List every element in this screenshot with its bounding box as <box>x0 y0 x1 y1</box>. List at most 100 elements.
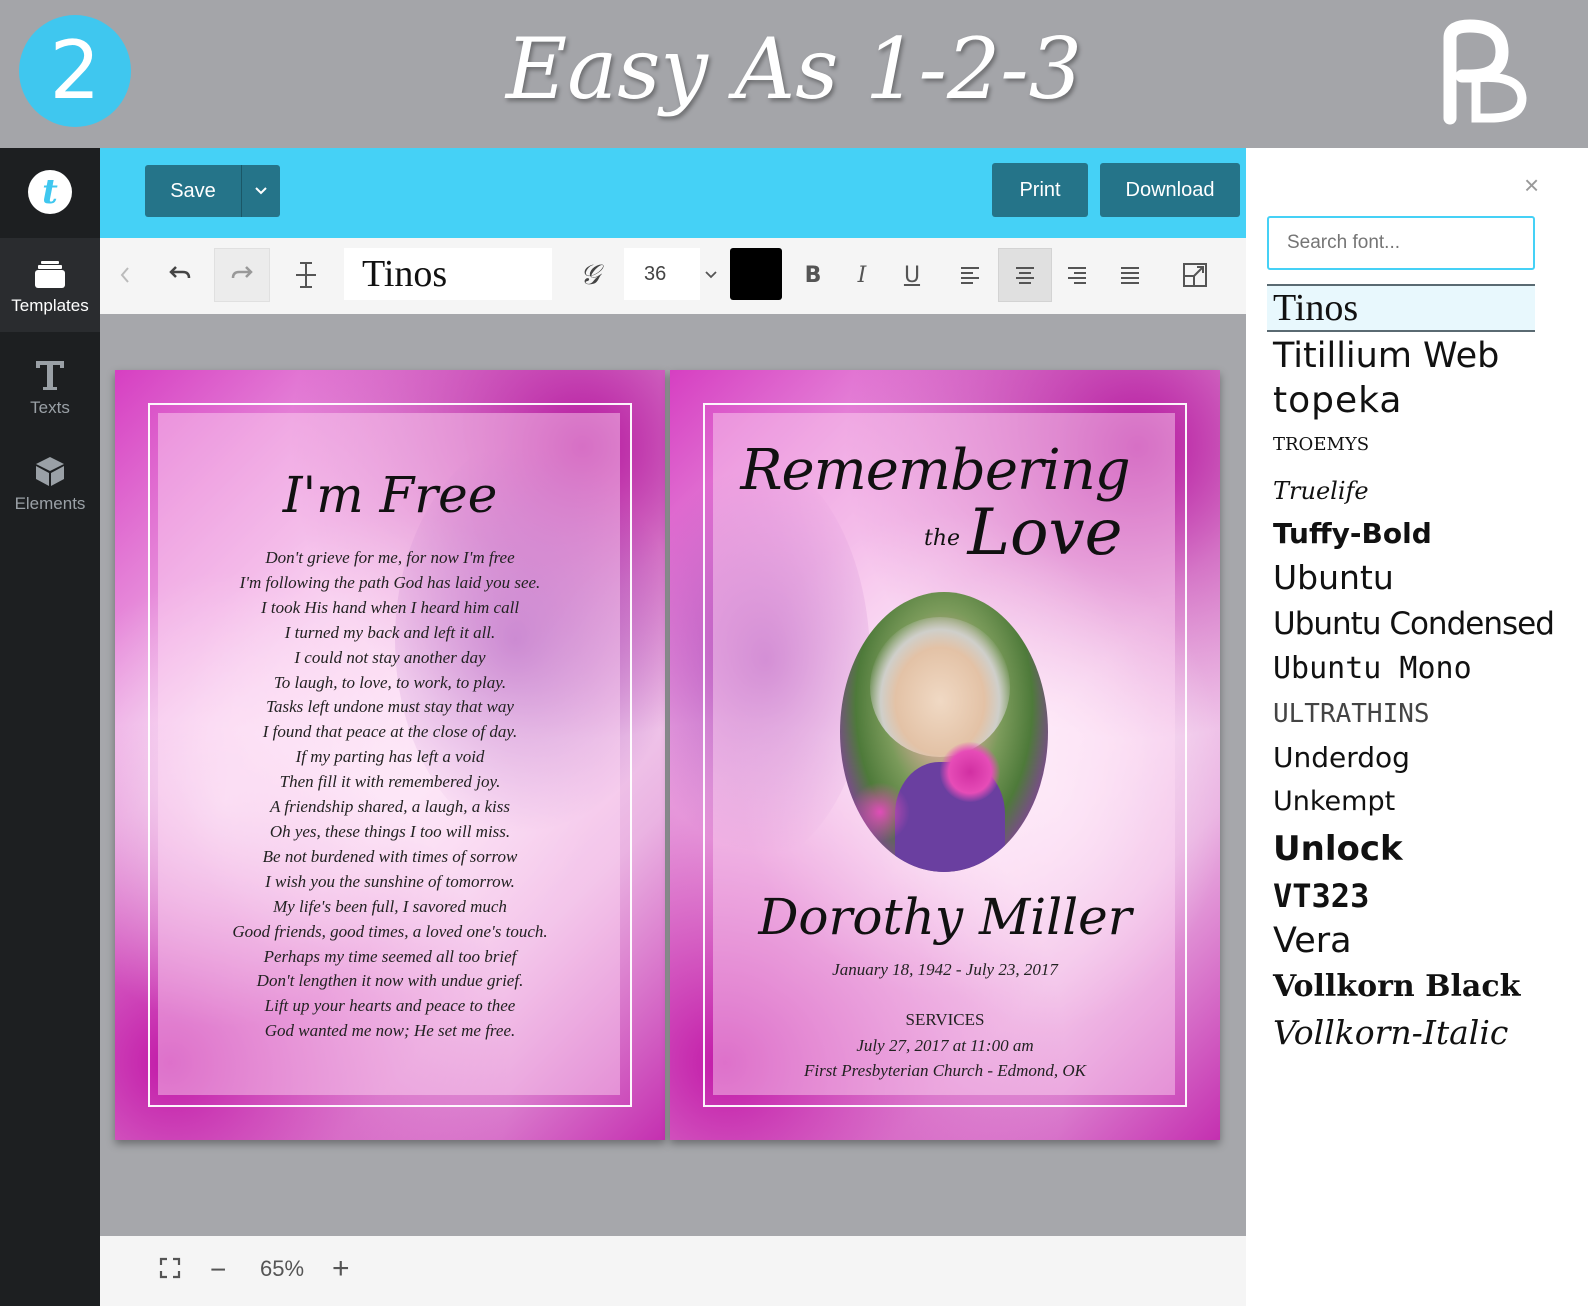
redo-icon <box>231 266 253 279</box>
print-button[interactable]: Print <box>992 163 1088 217</box>
undo-button[interactable] <box>160 248 200 302</box>
sidebar-item-templates[interactable]: Templates <box>0 238 100 332</box>
chevron-down-icon <box>705 271 717 279</box>
align-right-button[interactable] <box>1062 248 1092 302</box>
fullscreen-icon <box>159 1257 181 1279</box>
sidebar-item-elements[interactable]: Elements <box>0 454 100 514</box>
fullscreen-button[interactable] <box>158 1256 182 1285</box>
font-option-tinos[interactable]: Tinos <box>1267 284 1535 332</box>
layers-icon <box>35 261 65 288</box>
align-center-button[interactable] <box>998 248 1052 302</box>
underline-button[interactable]: U <box>897 248 927 302</box>
poem-line: Lift up your hearts and peace to thee <box>264 996 516 1016</box>
font-family-selector[interactable]: Tinos <box>344 248 552 300</box>
font-option-vollkorn-italic[interactable]: Vollkorn-Italic <box>1267 1010 1535 1056</box>
zoom-in-button[interactable]: + <box>332 1252 350 1286</box>
font-list: Tinos Titillium Web topeka TROEMYS Truel… <box>1267 284 1555 1056</box>
poem-title[interactable]: I'm Free <box>115 466 665 524</box>
text-color-swatch[interactable] <box>730 248 782 300</box>
poem-line: My life's been full, I savored much <box>273 896 507 916</box>
poem-line: Good friends, good times, a loved one's … <box>232 921 548 941</box>
save-options-dropdown[interactable] <box>241 165 280 217</box>
undo-icon <box>169 266 191 279</box>
text-spacing-button[interactable] <box>286 248 326 302</box>
font-option-titillium-web[interactable]: Titillium Web <box>1267 332 1535 380</box>
font-size-dropdown[interactable] <box>700 248 722 302</box>
align-right-icon <box>1068 267 1086 284</box>
font-option-ubuntu-mono[interactable]: Ubuntu Mono <box>1267 646 1535 692</box>
align-left-button[interactable] <box>955 248 985 302</box>
program-page-right[interactable]: Remembering the Love Dorothy Miller Janu… <box>670 370 1220 1140</box>
font-option-ubuntu[interactable]: Ubuntu <box>1267 554 1535 602</box>
font-option-truelife[interactable]: Truelife <box>1267 468 1535 514</box>
app-logo[interactable]: t <box>28 170 72 214</box>
poem-line: Tasks left undone must stay that way <box>266 697 514 717</box>
save-button[interactable]: Save <box>145 165 241 217</box>
align-left-icon <box>961 267 979 284</box>
save-button-group: Save <box>145 165 280 217</box>
text-effects-button[interactable]: 𝒢 <box>570 248 610 302</box>
zoom-bar: − 65% + <box>100 1236 1246 1306</box>
plus-icon: + <box>332 1252 350 1285</box>
align-justify-button[interactable] <box>1115 248 1145 302</box>
sidebar-item-texts[interactable]: Texts <box>0 358 100 418</box>
heading-the[interactable]: the <box>922 526 962 551</box>
poem-line: I found that peace at the close of day. <box>262 722 518 742</box>
poem-line: I'm following the path God has laid you … <box>239 572 541 592</box>
redo-button[interactable] <box>214 248 270 302</box>
font-option-topeka[interactable]: topeka <box>1267 380 1535 422</box>
banner-title: Easy As 1-2-3 <box>505 20 1083 118</box>
font-option-unkempt[interactable]: Unkempt <box>1267 780 1535 824</box>
sidebar-item-label: Elements <box>14 494 86 513</box>
poem-line: Don't grieve for me, for now I'm free <box>265 548 515 567</box>
poem-line: Oh yes, these things I too will miss. <box>269 821 511 841</box>
poem-line: Don't lengthen it now with undue grief. <box>256 971 524 991</box>
expand-icon <box>1183 263 1207 287</box>
portrait-photo[interactable] <box>840 592 1048 872</box>
poem-text[interactable]: Don't grieve for me, for now I'm free I'… <box>115 546 665 1044</box>
font-option-ubuntu-condensed[interactable]: Ubuntu Condensed <box>1267 602 1555 646</box>
font-option-ultrathins[interactable]: ULTRATHINS <box>1267 692 1535 736</box>
services-label[interactable]: SERVICES <box>670 1010 1220 1030</box>
heading-love[interactable]: Love <box>960 496 1130 570</box>
design-canvas: I'm Free Don't grieve for me, for now I'… <box>100 314 1246 1236</box>
download-button[interactable]: Download <box>1100 163 1240 217</box>
close-icon: × <box>1524 170 1540 200</box>
program-page-left[interactable]: I'm Free Don't grieve for me, for now I'… <box>115 370 665 1140</box>
deceased-name[interactable]: Dorothy Miller <box>670 888 1220 946</box>
minus-icon: − <box>210 1254 227 1285</box>
italic-button[interactable]: I <box>847 248 877 302</box>
font-option-troemys[interactable]: TROEMYS <box>1267 422 1535 468</box>
font-size-input[interactable]: 36 <box>624 248 700 300</box>
font-option-vt323[interactable]: VT323 <box>1267 874 1535 918</box>
brand-logo: PD <box>1440 18 1530 133</box>
poem-line: I took His hand when I heard him call <box>260 597 520 617</box>
font-option-tuffy-bold[interactable]: Tuffy-Bold <box>1267 514 1535 554</box>
resize-button[interactable] <box>1178 248 1212 302</box>
font-search-input[interactable] <box>1267 216 1535 270</box>
script-g-icon: 𝒢 <box>580 258 600 291</box>
zoom-out-button[interactable]: − <box>210 1254 226 1286</box>
promo-banner: 2 Easy As 1-2-3 PD <box>0 0 1588 148</box>
bold-button[interactable]: B <box>798 248 828 302</box>
poem-line: God wanted me now; He set me free. <box>264 1021 516 1041</box>
font-option-vera[interactable]: Vera <box>1267 918 1535 964</box>
font-option-unlock[interactable]: Unlock <box>1267 824 1535 874</box>
align-center-icon <box>1016 267 1034 284</box>
heading-remembering[interactable]: Remembering <box>670 438 1220 503</box>
editor-top-bar: Save Print Download <box>100 148 1246 238</box>
font-option-underdog[interactable]: Underdog <box>1267 736 1535 780</box>
service-time[interactable]: July 27, 2017 at 11:00 am <box>670 1036 1220 1056</box>
poem-line: If my parting has left a void <box>295 747 485 767</box>
collapse-left-button[interactable] <box>110 248 140 302</box>
sidebar-item-label: Texts <box>30 398 70 417</box>
close-panel-button[interactable]: × <box>1524 170 1539 201</box>
poem-line: I wish you the sunshine of tomorrow. <box>265 871 515 891</box>
poem-line: Be not burdened with times of sorrow <box>262 846 518 866</box>
poem-line: To laugh, to love, to work, to play. <box>273 672 507 692</box>
life-dates[interactable]: January 18, 1942 - July 23, 2017 <box>670 960 1220 980</box>
font-option-vollkorn-black[interactable]: Vollkorn Black <box>1267 964 1535 1010</box>
service-location[interactable]: First Presbyterian Church - Edmond, OK <box>670 1061 1220 1081</box>
portrait-hair <box>870 617 1010 757</box>
chevron-left-icon <box>120 267 129 283</box>
